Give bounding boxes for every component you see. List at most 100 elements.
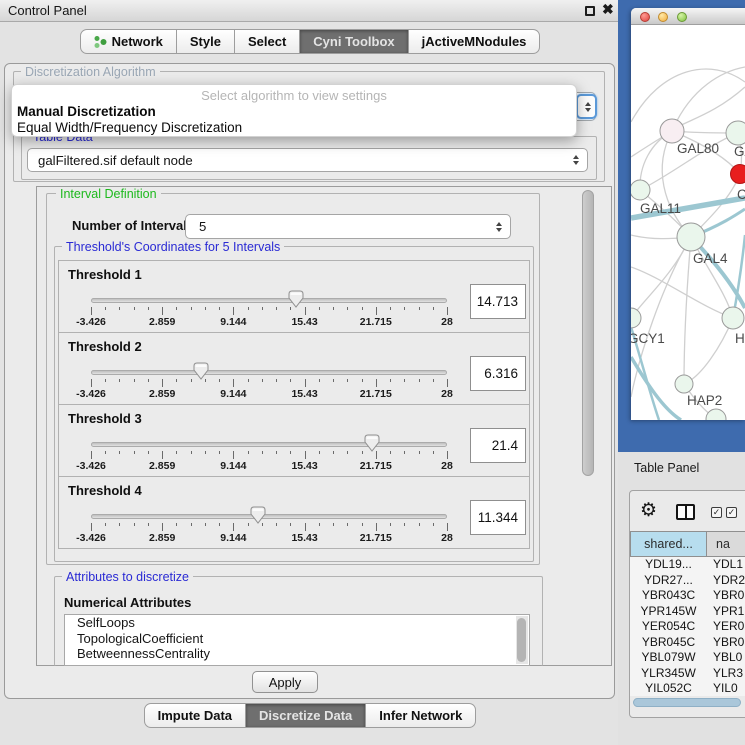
threshold-row: Threshold 2 -3.4262.8599.14415.4321.7152… [58, 332, 530, 405]
network-node[interactable] [631, 308, 641, 328]
threshold-slider[interactable]: -3.4262.8599.14415.4321.71528 [91, 361, 447, 403]
table-cell[interactable]: YPR1 [707, 604, 745, 620]
column-header-shared-name[interactable]: shared... [630, 531, 707, 557]
tick-label: 21.715 [360, 388, 392, 400]
threshold-label: Threshold 3 [68, 411, 142, 426]
table-row[interactable]: YIL052C YIL0 [630, 681, 745, 696]
threshold-value-field[interactable]: 14.713 [470, 284, 526, 319]
checkbox-icon[interactable]: ✓ [726, 507, 737, 518]
apply-button[interactable]: Apply [252, 671, 318, 693]
column-layout-icon[interactable] [676, 504, 695, 520]
threshold-slider[interactable]: -3.4262.8599.14415.4321.71528 [91, 505, 447, 547]
attribute-list-item[interactable]: TopologicalCoefficient [65, 631, 529, 647]
threshold-slider[interactable]: -3.4262.8599.14415.4321.71528 [91, 289, 447, 331]
top-tab-strip: NetworkStyleSelectCyni ToolboxjActiveMNo… [0, 29, 620, 54]
network-node[interactable] [631, 180, 650, 200]
slider-track[interactable] [91, 514, 447, 519]
tab-style[interactable]: Style [177, 29, 235, 54]
network-edge[interactable] [631, 237, 691, 318]
close-traffic-light-icon[interactable] [640, 12, 650, 22]
network-edge[interactable] [684, 318, 733, 384]
network-node[interactable] [660, 119, 684, 143]
table-data-combo[interactable]: galFiltered.sif default node [27, 148, 588, 172]
dropdown-item-manual-discretization[interactable]: Manual Discretization [17, 104, 156, 119]
table-row[interactable]: YPR145W YPR1 [630, 604, 745, 620]
network-edge[interactable] [631, 69, 745, 122]
table-cell[interactable]: YDL19... [630, 557, 707, 573]
tab-jactivemnodules[interactable]: jActiveMNodules [409, 29, 541, 54]
slider-track[interactable] [91, 298, 447, 303]
table-cell[interactable]: YLR3 [707, 666, 745, 682]
table-cell[interactable]: YDL1 [707, 557, 745, 573]
gear-icon[interactable]: ⚙ [640, 501, 657, 521]
threshold-value-field[interactable]: 11.344 [470, 500, 526, 535]
float-window-icon[interactable] [585, 6, 595, 16]
network-node[interactable] [731, 165, 745, 184]
threshold-value-field[interactable]: 21.4 [470, 428, 526, 463]
tab-network[interactable]: Network [80, 29, 177, 54]
settings-vertical-scrollbar[interactable] [582, 190, 594, 476]
table-cell[interactable]: YBR043C [630, 588, 707, 604]
attribute-list-item[interactable]: SelfLoops [65, 615, 529, 631]
tick-label: 28 [441, 388, 453, 400]
slider-thumb[interactable] [364, 434, 380, 452]
close-icon[interactable]: ✖ [602, 1, 614, 18]
slider-thumb[interactable] [193, 362, 209, 380]
table-body[interactable]: YDL19... YDL1 YDR27... YDR2 YBR043C YBR0… [630, 557, 745, 696]
table-cell[interactable]: YLR345W [630, 666, 707, 682]
table-cell[interactable]: YDR27... [630, 573, 707, 589]
table-cell[interactable]: YIL052C [630, 681, 707, 696]
table-row[interactable]: YER054C YER0 [630, 619, 745, 635]
table-row[interactable]: YDR27... YDR2 [630, 573, 745, 589]
zoom-traffic-light-icon[interactable] [677, 12, 687, 22]
tab-cyni-toolbox[interactable]: Cyni Toolbox [300, 29, 408, 54]
network-node[interactable] [722, 307, 744, 329]
column-header-name[interactable]: na [707, 531, 745, 557]
table-row[interactable]: YDL19... YDL1 [630, 557, 745, 573]
slider-thumb[interactable] [288, 290, 304, 308]
table-row[interactable]: YBR043C YBR0 [630, 588, 745, 604]
number-of-intervals-spinner[interactable]: 5 [185, 214, 511, 239]
tab-impute-data[interactable]: Impute Data [144, 703, 246, 728]
table-horizontal-scrollbar[interactable] [633, 698, 741, 707]
table-cell[interactable]: YBR045C [630, 635, 707, 651]
network-edge[interactable] [684, 237, 691, 384]
minimize-traffic-light-icon[interactable] [658, 12, 668, 22]
table-row[interactable]: YLR345W YLR3 [630, 666, 745, 682]
dropdown-item-equal-width-frequency[interactable]: Equal Width/Frequency Discretization [17, 120, 242, 135]
algorithm-combo-button[interactable] [576, 94, 597, 119]
table-cell[interactable]: YPR145W [630, 604, 707, 620]
tab-discretize-data[interactable]: Discretize Data [246, 703, 366, 728]
network-node[interactable] [677, 223, 705, 251]
checkbox-icon[interactable]: ✓ [711, 507, 722, 518]
attribute-list-item[interactable]: BetweennessCentrality [65, 646, 529, 662]
network-node[interactable] [726, 121, 745, 145]
network-edge[interactable] [631, 267, 733, 318]
table-cell[interactable]: YBL079W [630, 650, 707, 666]
table-cell[interactable]: YBR0 [707, 635, 745, 651]
table-cell[interactable]: YDR2 [707, 573, 745, 589]
network-node[interactable] [675, 375, 693, 393]
network-node[interactable] [706, 409, 726, 420]
table-row[interactable]: YBL079W YBL0 [630, 650, 745, 666]
network-window-titlebar[interactable] [631, 8, 745, 25]
slider-thumb[interactable] [250, 506, 266, 524]
slider-track[interactable] [91, 442, 447, 447]
tab-infer-network[interactable]: Infer Network [366, 703, 476, 728]
threshold-label: Threshold 2 [68, 339, 142, 354]
network-canvas[interactable]: GAL80GAGAL11CGAL4GCY1HHAP2 [631, 25, 745, 420]
tab-select[interactable]: Select [235, 29, 300, 54]
table-cell[interactable]: YBR0 [707, 588, 745, 604]
attributes-list-scrollbar[interactable] [516, 616, 528, 664]
table-cell[interactable]: YER054C [630, 619, 707, 635]
table-header-row: shared... na [630, 531, 745, 557]
table-cell[interactable]: YIL0 [707, 681, 745, 696]
numerical-attributes-list[interactable]: SelfLoops TopologicalCoefficient Between… [64, 614, 530, 666]
threshold-slider[interactable]: -3.4262.8599.14415.4321.71528 [91, 433, 447, 475]
threshold-value-field[interactable]: 6.316 [470, 356, 526, 391]
table-cell[interactable]: YBL0 [707, 650, 745, 666]
table-row[interactable]: YBR045C YBR0 [630, 635, 745, 651]
slider-track[interactable] [91, 370, 447, 375]
tick-label: 2.859 [149, 316, 175, 328]
table-cell[interactable]: YER0 [707, 619, 745, 635]
